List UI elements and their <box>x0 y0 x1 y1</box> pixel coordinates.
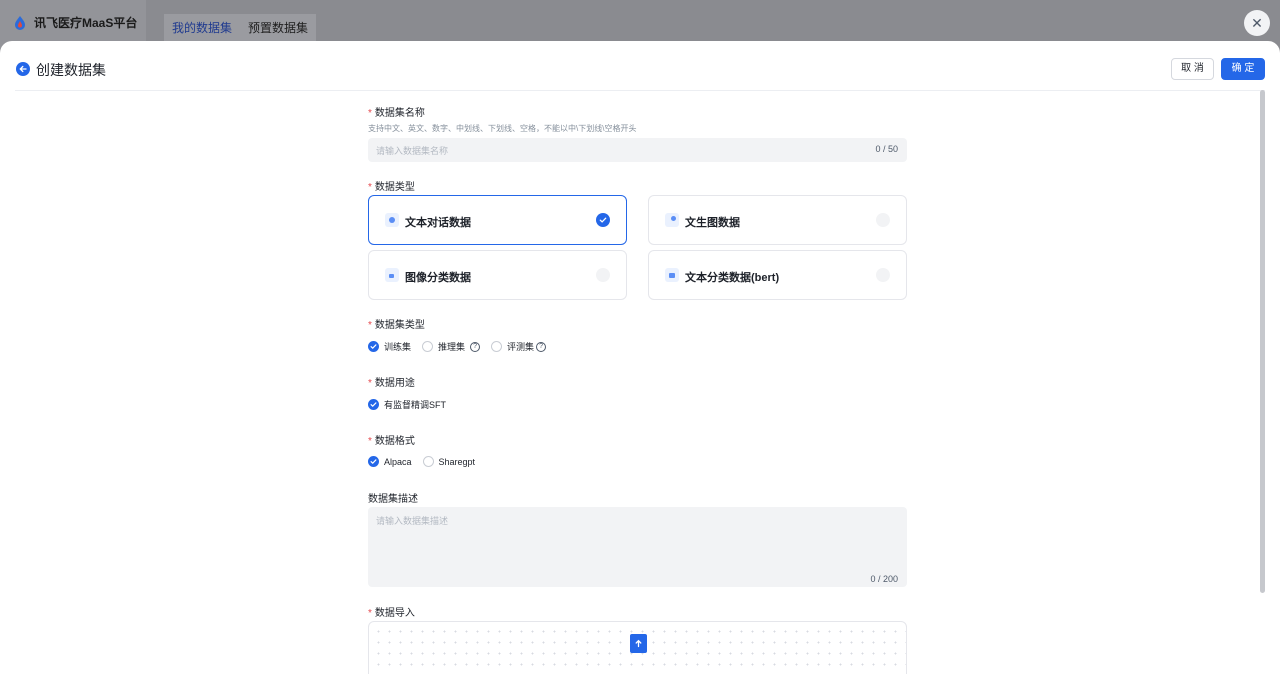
unchecked-circle-icon <box>876 213 890 227</box>
radio-checked-icon <box>368 456 379 467</box>
check-icon <box>596 213 610 227</box>
data-type-card-text-dialog[interactable]: 文本对话数据 <box>368 195 627 245</box>
confirm-button[interactable]: 确 定 <box>1221 58 1265 80</box>
chat-bubble-icon <box>385 213 399 227</box>
help-icon[interactable]: ? <box>470 341 481 352</box>
dataset-kind-group: 训练集 推理集 ? 评测集 ? <box>368 340 557 353</box>
name-label: * 数据集名称 <box>368 108 425 119</box>
data-type-name: 图像分类数据 <box>405 272 471 284</box>
text-classify-icon <box>665 268 679 282</box>
create-dataset-drawer: 创建数据集 取 消 确 定 * 数据集名称 支持中文、英文、数字、中划线、下划线、… <box>0 41 1280 674</box>
tab-preset-datasets[interactable]: 预置数据集 <box>240 14 317 42</box>
description-counter: 0 / 200 <box>870 574 898 584</box>
tab-my-datasets[interactable]: 我的数据集 <box>164 14 241 42</box>
data-type-name: 文本分类数据(bert) <box>685 272 780 284</box>
top-tabs: 我的数据集 预置数据集 <box>164 14 317 42</box>
brand-name: 讯飞医疗MaaS平台 <box>34 16 138 30</box>
drawer-title: 创建数据集 <box>36 62 106 78</box>
close-icon[interactable]: ✕ <box>1244 10 1270 36</box>
unchecked-circle-icon <box>876 268 890 282</box>
radio-sharegpt[interactable]: Sharegpt <box>422 456 476 467</box>
cancel-button[interactable]: 取 消 <box>1171 58 1214 80</box>
radio-label: Sharegpt <box>438 456 476 467</box>
radio-sft[interactable]: 有监督精调SFT <box>368 398 446 411</box>
data-type-label: * 数据类型 <box>368 182 415 193</box>
name-placeholder: 请输入数据集名称 <box>376 146 449 156</box>
description-placeholder: 请输入数据集描述 <box>376 516 449 526</box>
radio-inference[interactable]: 推理集 ? <box>422 340 481 353</box>
file-upload-dropzone[interactable] <box>368 621 907 674</box>
name-hint: 支持中文、英文、数字、中划线、下划线、空格，不能以中\下划线\空格开头 <box>368 124 637 133</box>
radio-label: Alpaca <box>384 456 412 467</box>
data-type-card-image-classify[interactable]: 图像分类数据 <box>368 250 627 300</box>
dataset-kind-label: * 数据集类型 <box>368 320 425 331</box>
dataset-name-input[interactable]: 请输入数据集名称 0 / 50 <box>368 138 907 162</box>
radio-label: 有监督精调SFT <box>384 400 446 410</box>
radio-label: 训练集 <box>384 342 412 352</box>
data-type-name: 文本对话数据 <box>405 217 471 229</box>
name-counter: 0 / 50 <box>875 144 898 154</box>
help-icon[interactable]: ? <box>536 341 547 352</box>
upload-file-icon <box>630 634 647 653</box>
radio-train[interactable]: 训练集 <box>368 340 411 353</box>
radio-alpaca[interactable]: Alpaca <box>368 456 412 467</box>
image-icon <box>385 268 399 282</box>
import-label: * 数据导入 <box>368 608 415 619</box>
usage-group: 有监督精调SFT <box>368 398 457 411</box>
description-label: 数据集描述 <box>368 494 418 505</box>
text-to-image-icon <box>665 213 679 227</box>
radio-unchecked-icon <box>491 341 503 352</box>
radio-checked-icon <box>368 399 379 410</box>
drawer-header: 创建数据集 取 消 确 定 <box>15 41 1265 91</box>
description-textarea[interactable]: 请输入数据集描述 0 / 200 <box>368 507 907 587</box>
data-type-card-text-classify[interactable]: 文本分类数据(bert) <box>648 250 907 300</box>
format-label: * 数据格式 <box>368 436 415 447</box>
radio-label: 推理集 <box>438 342 466 352</box>
radio-checked-icon <box>368 341 379 352</box>
data-type-card-text-to-image[interactable]: 文生图数据 <box>648 195 907 245</box>
back-arrow-icon[interactable] <box>16 62 30 76</box>
data-type-name: 文生图数据 <box>685 217 740 229</box>
unchecked-circle-icon <box>596 268 610 282</box>
radio-unchecked-icon <box>422 341 434 352</box>
brand-logo-icon <box>15 15 25 30</box>
format-group: Alpaca Sharegpt <box>368 456 486 467</box>
scrollbar[interactable] <box>1260 90 1265 593</box>
radio-unchecked-icon <box>422 456 434 467</box>
brand: 讯飞医疗MaaS平台 <box>12 14 137 31</box>
radio-label: 评测集 <box>507 342 535 352</box>
radio-evaluation[interactable]: 评测集 ? <box>491 340 547 353</box>
usage-label: * 数据用途 <box>368 378 415 389</box>
